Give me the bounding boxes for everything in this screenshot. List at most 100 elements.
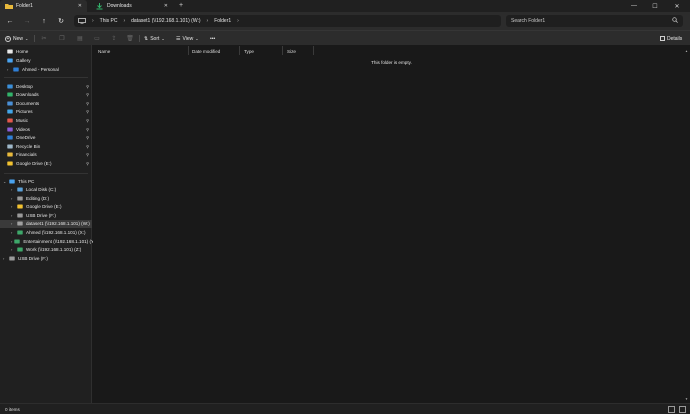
chevron-right-icon[interactable]: ›: [11, 221, 15, 226]
tab-label: Folder1: [16, 3, 33, 9]
scroll-down-icon[interactable]: ▼: [685, 397, 688, 401]
chevron-right-icon[interactable]: ›: [11, 230, 15, 235]
large-icons-view-icon[interactable]: [679, 406, 686, 413]
sidebar-item-google-drive-e[interactable]: Google Drive (E:) ⚲: [0, 159, 92, 167]
sidebar-item-desktop[interactable]: Desktop ⚲: [0, 82, 92, 90]
sidebar-item-label: Entertainment (\\192.168.1.101) (Y:): [23, 238, 97, 244]
maximize-button[interactable]: ☐: [646, 0, 664, 12]
forward-button[interactable]: →: [22, 16, 32, 26]
breadcrumb-this-pc[interactable]: This PC: [100, 18, 118, 24]
chevron-right-icon[interactable]: ›: [7, 67, 11, 72]
column-header-size[interactable]: Size: [287, 47, 296, 55]
sidebar-item-home[interactable]: Home: [0, 47, 92, 55]
scroll-up-icon[interactable]: ▲: [685, 49, 688, 53]
column-divider[interactable]: [239, 46, 240, 55]
cut-icon[interactable]: ✂: [40, 34, 48, 42]
sidebar-item-google-drive-e[interactable]: › Google Drive (E:): [0, 203, 92, 211]
column-header-name[interactable]: Name: [98, 47, 110, 55]
sidebar-item-label: Recycle Bin: [16, 143, 41, 149]
sidebar-item-this-pc[interactable]: ⌄ This PC: [0, 177, 92, 185]
sidebar-item-ahmed-personal[interactable]: › Ahmed - Personal: [0, 65, 92, 73]
vertical-scrollbar[interactable]: ▲ ▼: [685, 49, 688, 401]
column-divider[interactable]: [313, 46, 314, 55]
download-icon: [7, 92, 13, 97]
sidebar-item-usb-drive-f[interactable]: › USB Drive (F:): [0, 211, 92, 219]
chevron-down-icon: ⌄: [161, 36, 165, 41]
sidebar-item-music[interactable]: Music ⚲: [0, 116, 92, 124]
column-divider[interactable]: [282, 46, 283, 55]
details-pane-icon: [660, 36, 665, 41]
sort-button[interactable]: ⇅ Sort ⌄: [144, 34, 165, 43]
google-drive-icon: [17, 204, 23, 209]
close-window-button[interactable]: ✕: [668, 0, 686, 12]
pin-icon: ⚲: [86, 117, 89, 123]
sidebar-divider: [4, 173, 88, 174]
close-tab-icon[interactable]: ✕: [164, 3, 168, 9]
column-header-date-modified[interactable]: Date modified: [192, 47, 220, 55]
close-tab-icon[interactable]: ✕: [78, 3, 82, 9]
breadcrumb-folder1[interactable]: Folder1: [214, 18, 231, 24]
column-divider[interactable]: [188, 46, 189, 55]
sidebar-item-entertainment-192-168-1-101-y[interactable]: › Entertainment (\\192.168.1.101) (Y:): [0, 237, 97, 245]
chevron-right-icon[interactable]: ›: [11, 196, 15, 201]
chevron-right-icon[interactable]: ›: [11, 187, 15, 192]
sidebar-item-local-disk-c[interactable]: › Local Disk (C:): [0, 186, 92, 194]
sidebar-item-pictures[interactable]: Pictures ⚲: [0, 108, 92, 116]
sidebar-item-downloads[interactable]: Downloads ⚲: [0, 91, 92, 99]
tab-downloads[interactable]: Downloads ✕: [91, 0, 173, 12]
share-icon[interactable]: ⇪: [110, 34, 118, 42]
details-button[interactable]: Details: [660, 34, 682, 43]
rename-icon[interactable]: ▭: [93, 34, 101, 42]
paste-icon[interactable]: ▤: [76, 34, 84, 42]
view-button[interactable]: ☰ View ⌄: [176, 34, 199, 43]
file-list: Name Date modified Type Size This folder…: [93, 45, 690, 403]
sidebar-item-recycle-bin[interactable]: Recycle Bin ⚲: [0, 142, 92, 150]
chevron-down-icon[interactable]: ⌄: [3, 179, 7, 184]
breadcrumb-dataset1[interactable]: dataset1 (\\192.168.1.101) (W:): [131, 18, 200, 24]
onedrive-icon: [7, 135, 13, 140]
copy-icon[interactable]: ❐: [58, 34, 66, 42]
chevron-right-icon[interactable]: ›: [3, 256, 7, 261]
home-icon: [7, 49, 13, 54]
sidebar-item-financials[interactable]: Financials ⚲: [0, 151, 92, 159]
sidebar-item-usb-drive-f[interactable]: › USB Drive (F:): [0, 255, 92, 263]
sidebar-item-onedrive[interactable]: OneDrive ⚲: [0, 134, 92, 142]
sidebar-item-work-192-168-1-101-z[interactable]: › Work (\\192.168.1.101) (Z:): [0, 246, 92, 254]
sidebar-item-videos[interactable]: Videos ⚲: [0, 125, 92, 133]
more-options-button[interactable]: •••: [210, 34, 215, 43]
sidebar-item-gallery[interactable]: Gallery: [0, 56, 92, 64]
chevron-right-icon[interactable]: ›: [11, 204, 15, 209]
sidebar-item-editing-d[interactable]: › Editing (D:): [0, 194, 92, 202]
sidebar-item-documents[interactable]: Documents ⚲: [0, 99, 92, 107]
chevron-right-icon: ›: [206, 18, 209, 24]
music-icon: [7, 118, 13, 123]
chevron-right-icon[interactable]: ›: [11, 213, 15, 218]
search-input[interactable]: Search Folder1: [511, 18, 545, 24]
search-box[interactable]: Search Folder1: [506, 15, 683, 27]
minimize-button[interactable]: —: [625, 0, 643, 12]
sidebar-item-dataset1-192-168-1-101-w[interactable]: › dataset1 (\\192.168.1.101) (W:): [0, 219, 92, 228]
address-bar[interactable]: › This PC › dataset1 (\\192.168.1.101) (…: [74, 15, 501, 27]
chevron-right-icon[interactable]: ›: [11, 239, 12, 244]
chevron-down-icon: ⌄: [195, 36, 199, 41]
column-header-type[interactable]: Type: [244, 47, 254, 55]
sidebar-item-ahmed-192-168-1-101-x[interactable]: › Ahmed (\\192.168.1.101) (X:): [0, 229, 92, 237]
pin-icon: ⚲: [86, 109, 89, 115]
empty-folder-message: This folder is empty.: [371, 60, 412, 65]
google-drive-icon: [7, 161, 13, 166]
gallery-icon: [7, 58, 13, 63]
new-tab-button[interactable]: +: [179, 2, 183, 9]
view-label: View: [182, 35, 194, 42]
delete-icon[interactable]: 🗑: [126, 34, 134, 42]
this-pc-icon: [9, 179, 15, 184]
chevron-right-icon[interactable]: ›: [11, 247, 15, 252]
folder-icon: [7, 152, 13, 157]
back-button[interactable]: ←: [5, 16, 15, 26]
sidebar-item-label: USB Drive (F:): [26, 212, 56, 218]
details-view-icon[interactable]: [668, 406, 675, 413]
details-label: Details: [667, 35, 683, 42]
new-button[interactable]: + New ⌄: [5, 34, 28, 43]
tab-folder1[interactable]: Folder1 ✕: [0, 0, 87, 12]
up-button[interactable]: ↑: [39, 16, 49, 26]
refresh-button[interactable]: ↻: [56, 16, 66, 26]
